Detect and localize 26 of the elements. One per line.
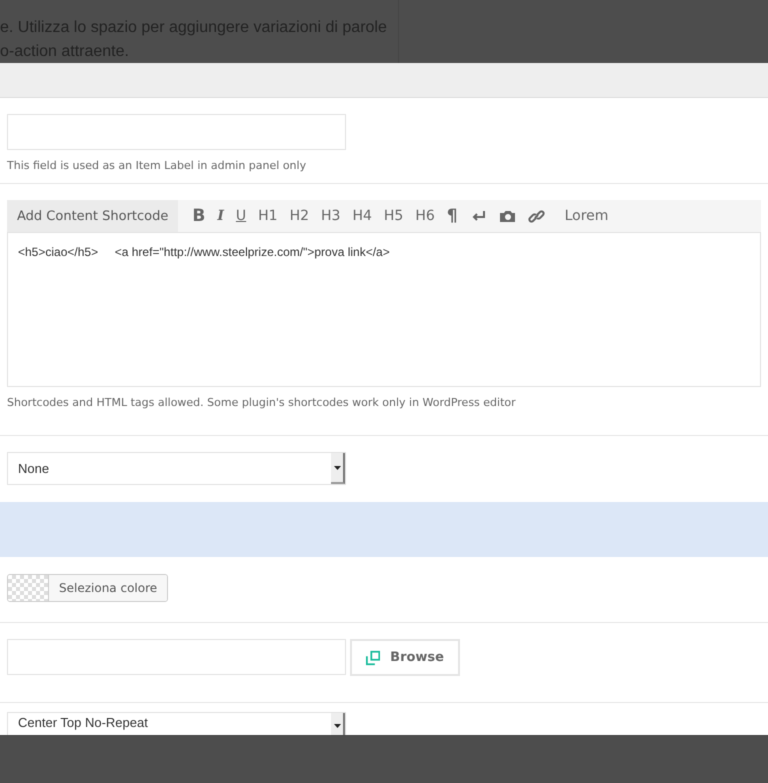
caret-icon — [334, 724, 340, 728]
format-button[interactable]: B — [186, 201, 212, 231]
field-hint: Shortcodes and HTML tags allowed. Some plugin's shortcodes work only in WordPress editor — [7, 395, 517, 411]
format-button[interactable]: H5 — [378, 201, 410, 231]
color-picker[interactable]: Seleziona colore — [7, 574, 168, 602]
add-shortcode-button[interactable]: Add Content Shortcode — [7, 200, 178, 232]
link-icon[interactable] — [528, 208, 545, 224]
format-button[interactable]: ¶ — [440, 201, 464, 231]
format-button[interactable]: H4 — [346, 201, 378, 231]
browse-icon — [366, 650, 380, 666]
text-input[interactable] — [7, 114, 346, 150]
transparent-swatch — [8, 575, 49, 601]
browse-button[interactable]: Browse — [350, 639, 460, 676]
format-button[interactable]: H1 — [252, 201, 284, 231]
format-button[interactable]: H3 — [315, 201, 346, 231]
format-button[interactable]: H6 — [409, 201, 441, 231]
format-button[interactable]: H2 — [284, 201, 316, 231]
dropdown[interactable]: None — [7, 452, 346, 485]
caret-icon — [334, 466, 340, 470]
field-hint: This field is used as an Item Label in admin panel only — [7, 158, 308, 174]
format-button[interactable]: U — [230, 201, 252, 231]
format-button[interactable]: I — [211, 201, 230, 231]
format-button[interactable]: Lorem — [550, 201, 614, 231]
select-color-button[interactable]: Seleziona colore — [49, 575, 168, 601]
editor-textarea[interactable]: <h5>ciao</h5> <a href="http://www.steelprize.com/">prova link</a> — [7, 232, 761, 387]
text-input[interactable] — [7, 639, 346, 675]
